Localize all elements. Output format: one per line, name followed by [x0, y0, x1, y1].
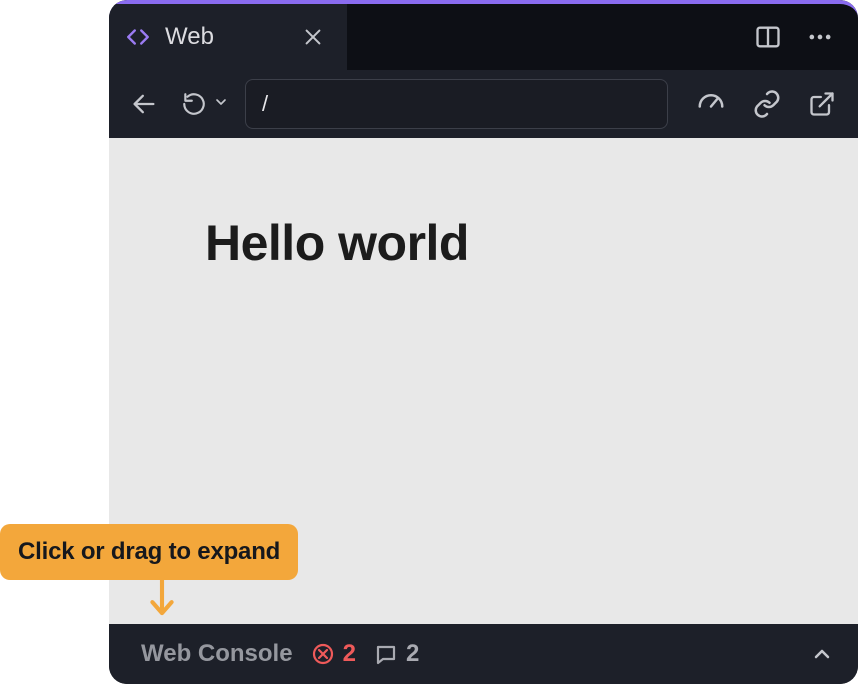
annotation-callout: Click or drag to expand: [0, 524, 298, 580]
message-count-value: 2: [406, 640, 419, 668]
tabbar-actions: [754, 4, 858, 70]
annotation-arrow-icon: [144, 576, 180, 625]
split-panel-button[interactable]: [754, 23, 782, 51]
link-icon[interactable]: [752, 89, 782, 119]
back-button[interactable]: [127, 87, 161, 121]
toolbar: [109, 70, 858, 138]
performance-icon[interactable]: [696, 89, 726, 119]
address-bar[interactable]: [245, 79, 668, 129]
close-tab-button[interactable]: [297, 21, 329, 53]
open-external-icon[interactable]: [808, 90, 836, 118]
message-count[interactable]: 2: [374, 640, 419, 668]
page-heading: Hello world: [205, 214, 826, 272]
reload-group: [177, 87, 229, 121]
reload-button[interactable]: [177, 87, 211, 121]
expand-console-button[interactable]: [810, 642, 834, 666]
code-icon: [125, 24, 151, 50]
console-title: Web Console: [141, 640, 293, 668]
address-input[interactable]: [262, 91, 651, 117]
browser-window: Web: [109, 0, 858, 684]
more-menu-button[interactable]: [806, 23, 834, 51]
tab-title: Web: [165, 23, 283, 51]
message-icon: [374, 642, 398, 666]
error-count-value: 2: [343, 640, 356, 668]
toolbar-actions: [696, 89, 836, 119]
tab-bar: Web: [109, 0, 858, 70]
reload-menu-chevron[interactable]: [213, 94, 229, 115]
error-icon: [311, 642, 335, 666]
console-bar[interactable]: Web Console 2 2: [109, 624, 858, 684]
tab-web[interactable]: Web: [109, 4, 347, 70]
error-count[interactable]: 2: [311, 640, 356, 668]
annotation-text: Click or drag to expand: [18, 538, 280, 565]
